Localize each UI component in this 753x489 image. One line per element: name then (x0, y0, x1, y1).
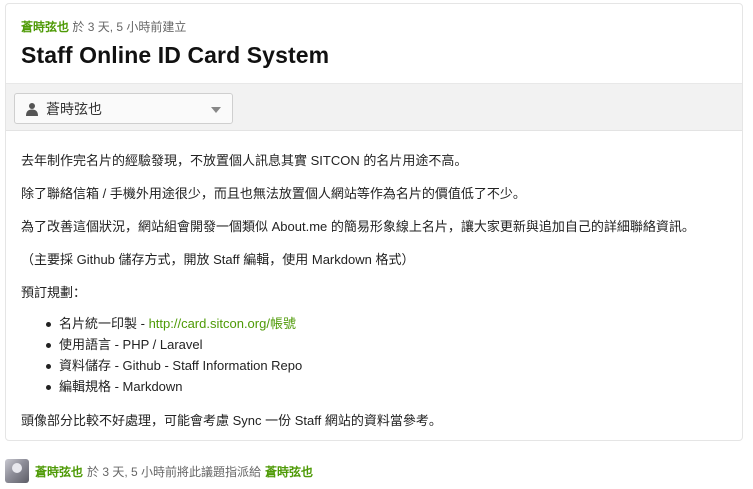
paragraph-4: （主要採 Github 儲存方式，開放 Staff 編輯，使用 Markdown… (21, 252, 415, 267)
paragraph-1: 去年制作完名片的經驗發現，不放置個人訊息其實 SITCON 的名片用途不高。 (21, 153, 468, 168)
issue-title: Staff Online ID Card System (21, 42, 330, 68)
event-action: 於 3 天, 5 小時前將此議題指派給 (87, 464, 262, 479)
paragraph-3: 為了改善這個狀況，網站組會開發一個類似 About.me 的簡易形象線上名片，讓… (21, 219, 695, 234)
avatar[interactable] (5, 459, 29, 483)
assignee-bar: 蒼時弦也 (6, 83, 742, 131)
actor-link[interactable]: 蒼時弦也 (35, 463, 83, 480)
list-item: 使用語言 - PHP / Laravel (21, 336, 302, 357)
person-icon (26, 102, 38, 116)
paragraph-6: 頭像部分比較不好處理，可能會考慮 Sync 一份 Staff 網站的資料當參考。 (21, 413, 442, 428)
plan-list: 名片統一印製 - http://card.sitcon.org/帳號 使用語言 … (21, 315, 302, 399)
list-item: 編輯規格 - Markdown (21, 378, 302, 399)
paragraph-5: 預訂規劃： (21, 285, 87, 300)
assignee-name: 蒼時弦也 (46, 100, 102, 117)
assignment-event: 蒼時弦也 於 3 天, 5 小時前將此議題指派給 蒼時弦也 (5, 459, 313, 483)
chevron-down-icon (211, 107, 221, 113)
issue-card: 蒼時弦也 於 3 天, 5 小時前建立 Staff Online ID Card… (5, 3, 743, 441)
author-link[interactable]: 蒼時弦也 (21, 20, 69, 34)
issue-meta: 蒼時弦也 於 3 天, 5 小時前建立 (21, 18, 186, 35)
list-item: 名片統一印製 - http://card.sitcon.org/帳號 (21, 315, 302, 336)
target-user-link[interactable]: 蒼時弦也 (265, 463, 313, 480)
paragraph-2: 除了聯絡信箱 / 手機外用途很少，而且也無法放置個人網站等作為名片的價值低了不少… (21, 186, 526, 201)
card-url-link[interactable]: http://card.sitcon.org/帳號 (149, 316, 296, 331)
list-item: 資料儲存 - Github - Staff Information Repo (21, 357, 302, 378)
assignee-select[interactable]: 蒼時弦也 (14, 93, 233, 124)
created-time: 於 3 天, 5 小時前建立 (72, 20, 187, 34)
